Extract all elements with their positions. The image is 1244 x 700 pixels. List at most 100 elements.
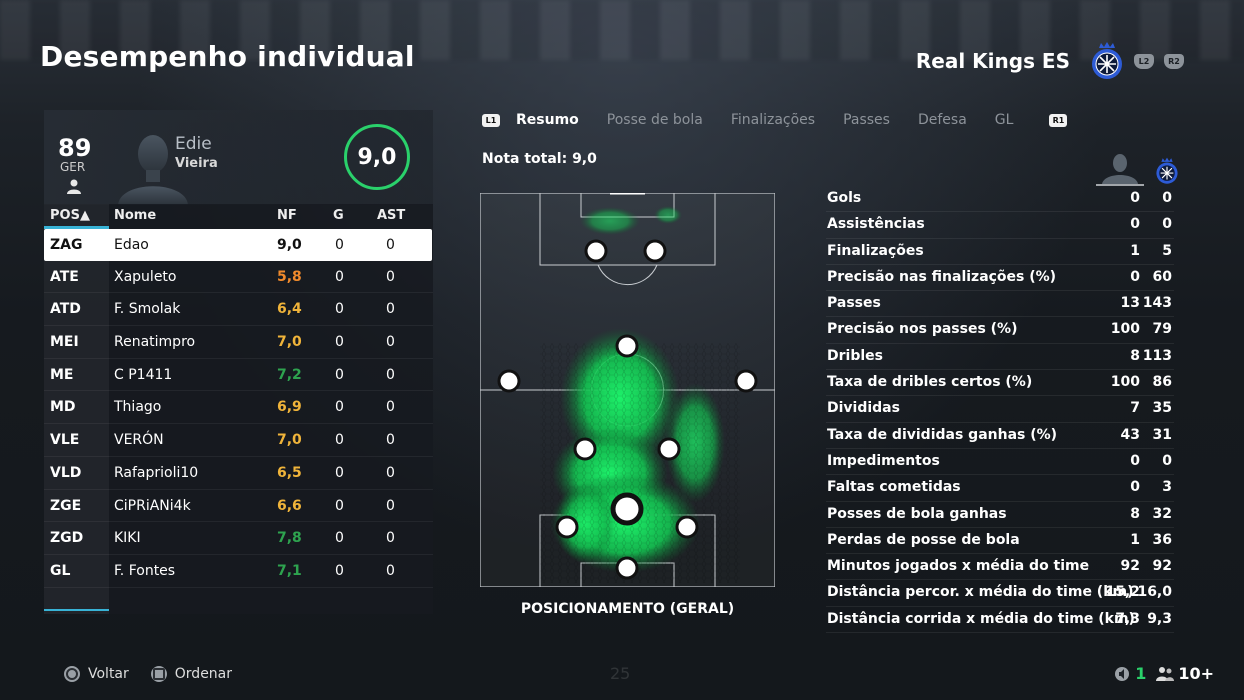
table-row[interactable]: MEI Renatimpro 7,0 0 0	[44, 326, 433, 359]
header-name[interactable]: Nome	[114, 208, 156, 223]
row-assists: 0	[386, 301, 395, 318]
stat-row: Minutos jogados x média do time 92 92	[826, 554, 1174, 581]
footer-controls: Voltar Ordenar	[64, 666, 254, 682]
stat-row: Distância percor. x média do time (km) 15…	[826, 580, 1174, 607]
player-rating-badge: 9,0	[344, 124, 410, 190]
stat-label: Taxa de dribles certos (%)	[827, 374, 1033, 391]
stat-player-value: 92	[1120, 558, 1140, 575]
row-name: Rafaprioli10	[114, 464, 199, 481]
row-pos: ME	[50, 366, 74, 383]
row-pos: MD	[50, 399, 76, 416]
row-rating: 7,1	[277, 562, 302, 579]
tab-finalizacoes[interactable]: Finalizações	[731, 112, 815, 128]
row-name: F. Fontes	[114, 562, 176, 579]
back-label[interactable]: Voltar	[88, 666, 129, 682]
row-name: Xapuleto	[114, 268, 177, 285]
header-pos[interactable]: POS▲	[50, 208, 90, 223]
player-last-name: Vieira	[175, 156, 218, 171]
row-pos: GL	[50, 562, 71, 579]
stat-row: Precisão nos passes (%) 100 79	[826, 317, 1174, 344]
stat-player-value: 7,3	[1115, 610, 1140, 627]
table-row[interactable]: VLE VERÓN 7,0 0 0	[44, 424, 433, 457]
table-row[interactable]: ATE Xapuleto 5,8 0 0	[44, 261, 433, 294]
row-name: VERÓN	[114, 432, 164, 449]
row-rating: 9,0	[277, 237, 302, 253]
tab-defesa[interactable]: Defesa	[918, 112, 967, 128]
person-icon	[67, 179, 81, 194]
circle-button-icon[interactable]	[64, 666, 80, 682]
stat-row: Distância corrida x média do time (km) 7,…	[826, 607, 1174, 634]
stat-player-value: 0	[1130, 452, 1140, 469]
tab-gl[interactable]: GL	[995, 112, 1014, 128]
row-assists: 0	[386, 432, 395, 449]
table-row[interactable]: ME C P1411 7,2 0 0	[44, 359, 433, 392]
tab-passes[interactable]: Passes	[843, 112, 890, 128]
stat-label: Impedimentos	[827, 452, 940, 469]
tab-resumo[interactable]: Resumo	[516, 112, 579, 128]
tab-bar: L1 Resumo Posse de bola Finalizações Pas…	[482, 112, 1083, 128]
stat-player-value: 0	[1130, 479, 1140, 496]
stat-label: Precisão nas finalizações (%)	[827, 268, 1057, 285]
table-row[interactable]: GL F. Fontes 7,1 0 0	[44, 555, 433, 588]
selected-player-marker	[610, 492, 644, 526]
row-rating: 6,9	[277, 399, 302, 416]
stat-team-value: 3	[1162, 479, 1172, 496]
stat-label: Gols	[827, 190, 862, 206]
stat-label: Divididas	[827, 400, 900, 417]
stat-player-value: 100	[1110, 321, 1140, 338]
stat-row: Impedimentos 0 0	[826, 449, 1174, 476]
table-row[interactable]: MD Thiago 6,9 0 0	[44, 391, 433, 425]
sort-label[interactable]: Ordenar	[175, 666, 232, 682]
row-rating: 7,0	[277, 432, 302, 449]
stat-team-value: 143	[1142, 295, 1172, 312]
table-row[interactable]: ATD F. Smolak 6,4 0 0	[44, 293, 433, 327]
stat-label: Distância percor. x média do time (km)	[827, 584, 1134, 601]
row-assists: 0	[386, 237, 395, 253]
stat-team-value: 0	[1162, 190, 1172, 206]
r2-button-icon[interactable]: R2	[1164, 53, 1184, 69]
row-goals: 0	[335, 497, 344, 514]
stat-team-value: 31	[1152, 426, 1172, 443]
tab-posse-de-bola[interactable]: Posse de bola	[607, 112, 703, 128]
stat-team-value: 9,3	[1147, 610, 1172, 627]
header-g[interactable]: G	[333, 208, 344, 223]
header-nf[interactable]: NF	[277, 208, 297, 223]
table-row[interactable]: ZAG Edao 9,0 0 0	[44, 229, 432, 261]
header-ast[interactable]: AST	[377, 208, 405, 223]
background-number: 25	[610, 664, 631, 683]
stat-player-value: 1	[1130, 242, 1140, 259]
table-row[interactable]: ZGE CiPRiANi4k 6,6 0 0	[44, 490, 433, 523]
table-row[interactable]: VLD Rafaprioli10 6,5 0 0	[44, 457, 433, 490]
stat-team-value: 36	[1152, 531, 1172, 548]
stat-label: Passes	[827, 295, 881, 312]
row-assists: 0	[386, 562, 395, 579]
stat-row: Posses de bola ganhas 8 32	[826, 502, 1174, 528]
row-pos: ATE	[50, 268, 79, 285]
l2-button-icon[interactable]: L2	[1134, 53, 1154, 69]
stat-label: Dribles	[827, 347, 883, 364]
square-button-icon[interactable]	[150, 666, 167, 682]
stat-label: Perdas de posse de bola	[827, 531, 1020, 548]
stat-row: Finalizações 1 5	[826, 239, 1174, 265]
stat-player-value: 7	[1130, 400, 1140, 417]
row-name: F. Smolak	[114, 301, 181, 318]
table-row[interactable]: ZGD KIKI 7,8 0 0	[44, 522, 433, 555]
mic-count: 1	[1135, 664, 1147, 683]
stat-team-value: 5	[1162, 242, 1172, 259]
l1-button-icon[interactable]: L1	[482, 113, 500, 127]
row-rating: 7,0	[277, 334, 302, 351]
team-name: Real Kings ES	[915, 49, 1070, 73]
players-count: 10+	[1178, 664, 1214, 683]
stat-row: Gols 0 0	[826, 186, 1174, 213]
row-goals: 0	[335, 366, 344, 383]
team-crest-small-icon	[1156, 157, 1178, 184]
players-table: POS▲ Nome NF G AST ZAG Edao 9,0 0 0 ATE Xapule…	[44, 204, 433, 614]
row-goals: 0	[335, 530, 344, 547]
row-rating: 7,8	[277, 530, 302, 547]
stat-row: Taxa de divididas ganhas (%) 43 31	[826, 423, 1174, 449]
row-pos: MEI	[50, 334, 79, 351]
r1-button-icon[interactable]: R1	[1049, 113, 1068, 127]
stat-label: Posses de bola ganhas	[827, 505, 1007, 522]
row-goals: 0	[335, 562, 344, 579]
stat-row: Precisão nas finalizações (%) 0 60	[826, 265, 1174, 292]
